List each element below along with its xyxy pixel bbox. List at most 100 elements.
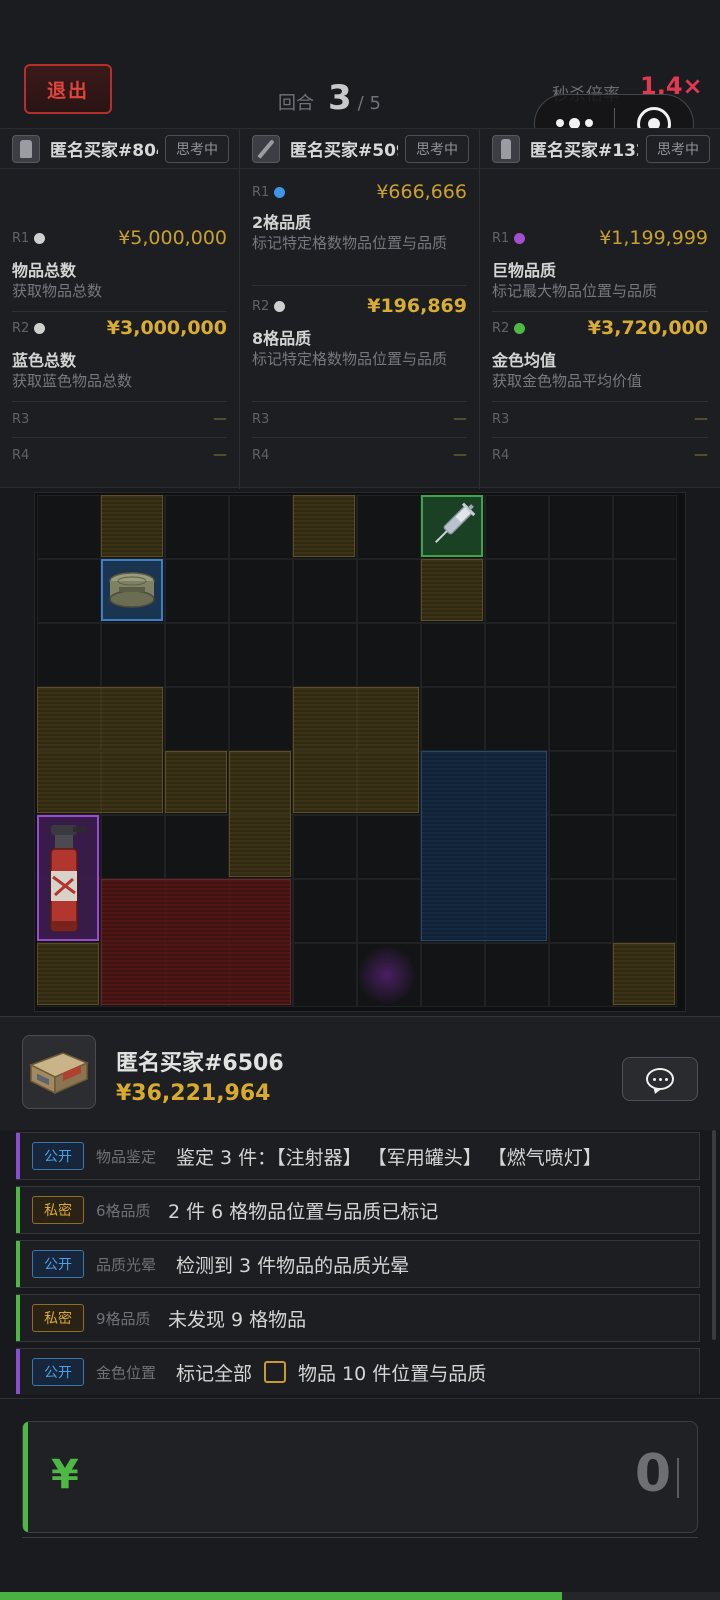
log-visibility-tag: 私密 [32, 1196, 84, 1224]
grid-cell[interactable] [549, 623, 613, 687]
intel-row: R2 ¥196,869 [252, 295, 467, 317]
grid-cell[interactable] [37, 495, 101, 559]
grid-cell[interactable] [229, 495, 293, 559]
grid-cell[interactable] [549, 559, 613, 623]
log-text: 鉴定 3 件：【注射器】 【军用罐头】 【燃气喷灯】 [176, 1146, 602, 1169]
grid-cell[interactable] [485, 943, 549, 1007]
bid-input[interactable]: ¥ 0 [22, 1421, 698, 1533]
round-tag: R2 [492, 320, 510, 336]
grid-cell[interactable] [485, 687, 549, 751]
grid-cell[interactable] [229, 687, 293, 751]
log-type: 9格品质 [96, 1309, 151, 1328]
grid-cell[interactable] [421, 687, 485, 751]
gold-item-block[interactable] [37, 687, 163, 813]
grid-cell[interactable] [421, 623, 485, 687]
round-tag: R2 [12, 320, 30, 336]
grid-cell[interactable] [357, 815, 421, 879]
gold-item-block[interactable] [293, 687, 419, 813]
grid-cell[interactable] [357, 623, 421, 687]
gas-torch-item[interactable] [37, 815, 99, 941]
intel-title: 物品总数 [12, 261, 77, 280]
intel-log[interactable]: 公开 物品鉴定 鉴定 3 件：【注射器】 【军用罐头】 【燃气喷灯】 私密 6格… [0, 1132, 720, 1394]
grid-cell[interactable] [165, 559, 229, 623]
grid-cell[interactable] [613, 559, 677, 623]
grid-cell[interactable] [485, 623, 549, 687]
buyer-avatar-icon [252, 134, 280, 163]
player-avatar [22, 1035, 96, 1109]
grid-cell[interactable] [165, 815, 229, 879]
gold-item-block[interactable] [101, 495, 163, 557]
intel-desc: 获取蓝色物品总数 [12, 372, 133, 390]
grid-cell[interactable] [165, 623, 229, 687]
round-tag: R3 [492, 411, 510, 427]
log-accent-bar [16, 1241, 20, 1287]
round-tag: R4 [492, 447, 510, 463]
grid-cell[interactable] [549, 879, 613, 943]
intel-row: R4 — [252, 447, 467, 463]
red-item-block[interactable] [101, 879, 291, 1005]
military-can-item[interactable] [101, 559, 163, 621]
grid-cell[interactable] [357, 879, 421, 943]
log-scrollbar[interactable] [712, 1130, 716, 1340]
bid-value: 0 [634, 1444, 671, 1504]
buyers-panel: 匿名买家#804 思考中 R1 ¥5,000,000 物品总数 获取物品总数 R… [0, 128, 720, 489]
grid-cell[interactable] [485, 559, 549, 623]
empty-dash: — [453, 447, 467, 463]
grid-cell[interactable] [549, 815, 613, 879]
gold-item-block[interactable] [37, 943, 99, 1005]
grid-cell[interactable] [613, 687, 677, 751]
grid-cell[interactable] [485, 495, 549, 559]
exit-button[interactable]: 退出 [24, 64, 112, 114]
grid-cell[interactable] [229, 623, 293, 687]
gold-item-block[interactable] [613, 943, 675, 1005]
grid-cell[interactable] [613, 879, 677, 943]
grid-cell[interactable] [357, 495, 421, 559]
grid-cell[interactable] [165, 495, 229, 559]
intel-price: ¥666,666 [376, 181, 467, 203]
grid-cell[interactable] [613, 751, 677, 815]
intel-price: ¥1,199,999 [599, 227, 708, 249]
grid-cell[interactable] [165, 687, 229, 751]
log-visibility-tag: 私密 [32, 1304, 84, 1332]
military-can-icon [109, 572, 155, 608]
grid-cell[interactable] [101, 623, 165, 687]
blue-item-block[interactable] [421, 751, 547, 941]
grid-cell[interactable] [229, 559, 293, 623]
grid-cell[interactable] [613, 495, 677, 559]
grid-cell[interactable] [101, 815, 165, 879]
gold-item-block[interactable] [293, 495, 355, 557]
grid-cell[interactable] [293, 559, 357, 623]
grid-cell[interactable] [421, 943, 485, 1007]
grid-cell[interactable] [293, 815, 357, 879]
chat-button[interactable] [622, 1057, 698, 1101]
syringe-item[interactable] [421, 495, 483, 557]
grid-cell[interactable] [37, 559, 101, 623]
warehouse-grid[interactable] [34, 492, 686, 1012]
grid-cell[interactable] [549, 495, 613, 559]
round-label: 回合 [278, 93, 314, 114]
grid-cell[interactable] [613, 623, 677, 687]
grid-cell[interactable] [549, 943, 613, 1007]
grid-cell[interactable] [357, 559, 421, 623]
intel-desc: 获取物品总数 [12, 282, 103, 300]
round-current: 3 [328, 78, 352, 118]
grid-cell[interactable] [613, 815, 677, 879]
gold-item-block[interactable] [229, 751, 291, 877]
log-entry: 私密 9格品质 未发现 9 格物品 [16, 1294, 700, 1342]
grid-cell[interactable] [37, 623, 101, 687]
gold-item-block[interactable] [421, 559, 483, 621]
grid-cell[interactable] [549, 687, 613, 751]
grid-cell[interactable] [293, 943, 357, 1007]
buyer-column: 匿名买家#509 思考中 R1 ¥666,666 2格品质 标记特定格数物品位置… [240, 129, 480, 489]
log-type: 物品鉴定 [96, 1147, 157, 1166]
grid-cell[interactable] [293, 623, 357, 687]
quality-dot-icon [274, 186, 285, 198]
intel-row: R3 — [492, 411, 708, 427]
round-tag: R4 [252, 447, 270, 463]
intel-title: 2格品质 [252, 213, 312, 232]
gold-item-block[interactable] [165, 751, 227, 813]
grid-cell[interactable] [293, 879, 357, 943]
log-type: 6格品质 [96, 1201, 151, 1220]
grid-cell[interactable] [549, 751, 613, 815]
log-text: 未发现 9 格物品 [168, 1308, 307, 1331]
